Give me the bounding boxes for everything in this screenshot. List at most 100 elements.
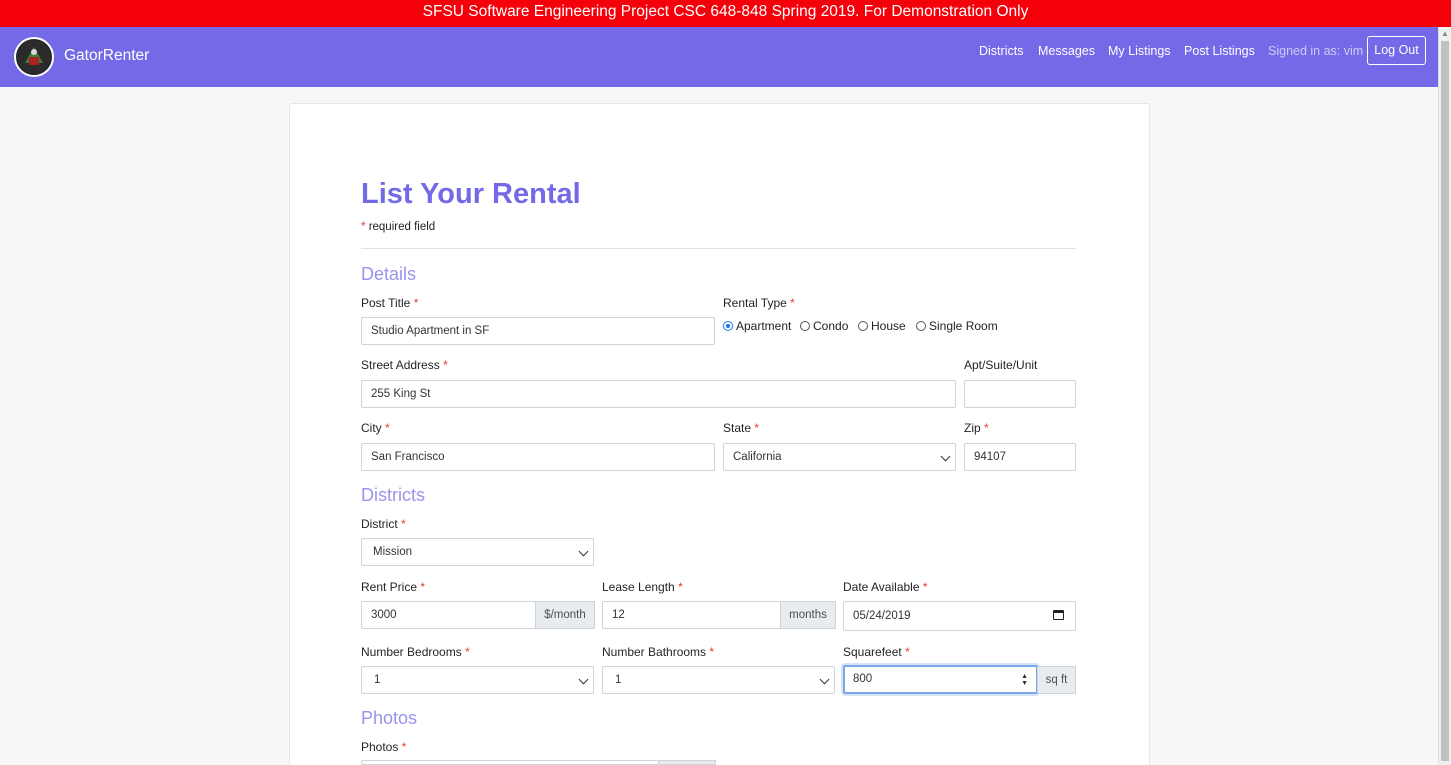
spinner-arrows-icon[interactable]: ▲ ▼ xyxy=(1021,673,1028,687)
chevron-down-icon xyxy=(819,674,830,685)
required-star: * xyxy=(401,517,406,531)
required-star: * xyxy=(361,221,366,233)
sqft-input[interactable]: 800 ▲ ▼ xyxy=(843,665,1038,694)
radio-apartment-label: Apartment xyxy=(736,319,792,333)
radio-condo[interactable]: Condo xyxy=(800,319,848,333)
required-star: * xyxy=(385,421,390,435)
chevron-down-icon xyxy=(578,546,589,557)
date-input-value: 05/24/2019 xyxy=(853,610,911,622)
bedrooms-label: Number Bedrooms * xyxy=(361,645,470,659)
apt-label: Apt/Suite/Unit xyxy=(964,358,1038,372)
apt-input[interactable] xyxy=(964,380,1076,408)
divider xyxy=(361,248,1076,249)
district-select[interactable]: Mission xyxy=(361,538,594,566)
required-star: * xyxy=(420,580,426,594)
section-photos: Photos xyxy=(361,708,418,728)
rental-type-label-text: Rental Type xyxy=(723,296,787,310)
nav-messages[interactable]: Messages xyxy=(1038,44,1095,58)
signed-in-text: Signed in as: vim xyxy=(1268,44,1364,58)
radio-unselected-icon[interactable] xyxy=(916,321,926,331)
date-label: Date Available * xyxy=(843,580,928,594)
street-label-text: Street Address xyxy=(361,358,440,372)
bedrooms-select-value: 1 xyxy=(374,674,381,686)
bedrooms-label-text: Number Bedrooms xyxy=(361,645,462,659)
rental-type-label: Rental Type * xyxy=(723,296,795,310)
post-title-input[interactable]: Studio Apartment in SF xyxy=(361,317,715,345)
required-star: * xyxy=(443,358,448,372)
bathrooms-select-value: 1 xyxy=(615,674,622,686)
navbar: GatorRenter Districts Messages My Listin… xyxy=(0,27,1438,87)
sqft-label: Squarefeet * xyxy=(843,645,910,659)
required-star: * xyxy=(790,296,795,310)
sqft-addon: sq ft xyxy=(1037,666,1076,694)
calendar-icon[interactable] xyxy=(1053,610,1064,620)
radio-house[interactable]: House xyxy=(858,319,906,333)
district-select-value: Mission xyxy=(373,546,412,558)
state-select[interactable]: California xyxy=(723,443,956,471)
sqft-input-value: 800 xyxy=(853,673,873,685)
photos-browse-button[interactable] xyxy=(658,760,716,765)
state-label: State * xyxy=(723,421,759,435)
bathrooms-label: Number Bathrooms * xyxy=(602,645,714,659)
state-select-value: California xyxy=(733,451,782,463)
required-note-text: required field xyxy=(368,221,436,233)
nav-districts[interactable]: Districts xyxy=(979,44,1023,58)
lease-addon: months xyxy=(780,601,836,629)
section-districts: Districts xyxy=(361,485,425,505)
bedrooms-select[interactable]: 1 xyxy=(361,666,594,694)
post-title-label-text: Post Title xyxy=(361,296,411,310)
radio-unselected-icon[interactable] xyxy=(858,321,868,331)
scroll-up-icon[interactable]: ▲ xyxy=(1441,29,1449,38)
bathrooms-label-text: Number Bathrooms xyxy=(602,645,707,659)
bathrooms-select[interactable]: 1 xyxy=(602,666,835,694)
lease-input[interactable]: 12 xyxy=(602,601,781,629)
photos-label-text: Photos xyxy=(361,740,399,754)
lease-label: Lease Length * xyxy=(602,580,683,594)
brand-name[interactable]: GatorRenter xyxy=(64,47,149,65)
photos-label: Photos * xyxy=(361,740,406,754)
required-star: * xyxy=(678,580,683,594)
required-star: * xyxy=(922,580,928,594)
required-star: * xyxy=(465,645,470,659)
district-label-text: District xyxy=(361,517,398,531)
nav-post-listings[interactable]: Post Listings xyxy=(1184,44,1255,58)
chevron-down-icon xyxy=(578,674,589,685)
radio-apartment[interactable]: Apartment xyxy=(723,319,791,333)
nav-my-listings[interactable]: My Listings xyxy=(1108,44,1171,58)
gator-logo[interactable] xyxy=(14,37,54,77)
zip-label: Zip * xyxy=(964,421,989,435)
radio-unselected-icon[interactable] xyxy=(800,321,810,331)
rent-input[interactable]: 3000 xyxy=(361,601,536,629)
city-input[interactable]: San Francisco xyxy=(361,443,715,471)
district-label: District * xyxy=(361,517,406,531)
date-label-text: Date Available xyxy=(843,580,920,594)
section-details: Details xyxy=(361,264,417,284)
street-label: Street Address * xyxy=(361,358,448,372)
date-input[interactable]: 05/24/2019 xyxy=(843,601,1076,631)
photos-file-input[interactable] xyxy=(361,760,659,765)
required-star: * xyxy=(905,645,910,659)
required-star: * xyxy=(709,645,715,659)
page-scrollbar[interactable]: ▲ xyxy=(1438,27,1451,765)
street-input[interactable]: 255 King St xyxy=(361,380,956,408)
zip-label-text: Zip xyxy=(964,421,981,435)
rent-label-text: Rent Price xyxy=(361,580,418,594)
demo-banner: SFSU Software Engineering Project CSC 64… xyxy=(0,0,1451,27)
required-star: * xyxy=(984,421,989,435)
scroll-thumb[interactable] xyxy=(1441,41,1449,761)
sqft-label-text: Squarefeet xyxy=(843,645,902,659)
required-star: * xyxy=(401,740,407,754)
rent-label: Rent Price * xyxy=(361,580,425,594)
zip-input[interactable]: 94107 xyxy=(964,443,1076,471)
post-title-label: Post Title * xyxy=(361,296,418,310)
chevron-down-icon xyxy=(940,451,951,462)
required-note: * required field xyxy=(361,221,435,233)
required-star: * xyxy=(754,421,760,435)
state-label-text: State xyxy=(723,421,752,435)
logout-button[interactable]: Log Out xyxy=(1367,36,1426,65)
radio-house-label: House xyxy=(871,319,906,333)
radio-selected-icon[interactable] xyxy=(723,321,733,331)
radio-single-room-label: Single Room xyxy=(929,319,998,333)
radio-single-room[interactable]: Single Room xyxy=(916,319,998,333)
radio-condo-label: Condo xyxy=(813,319,849,333)
